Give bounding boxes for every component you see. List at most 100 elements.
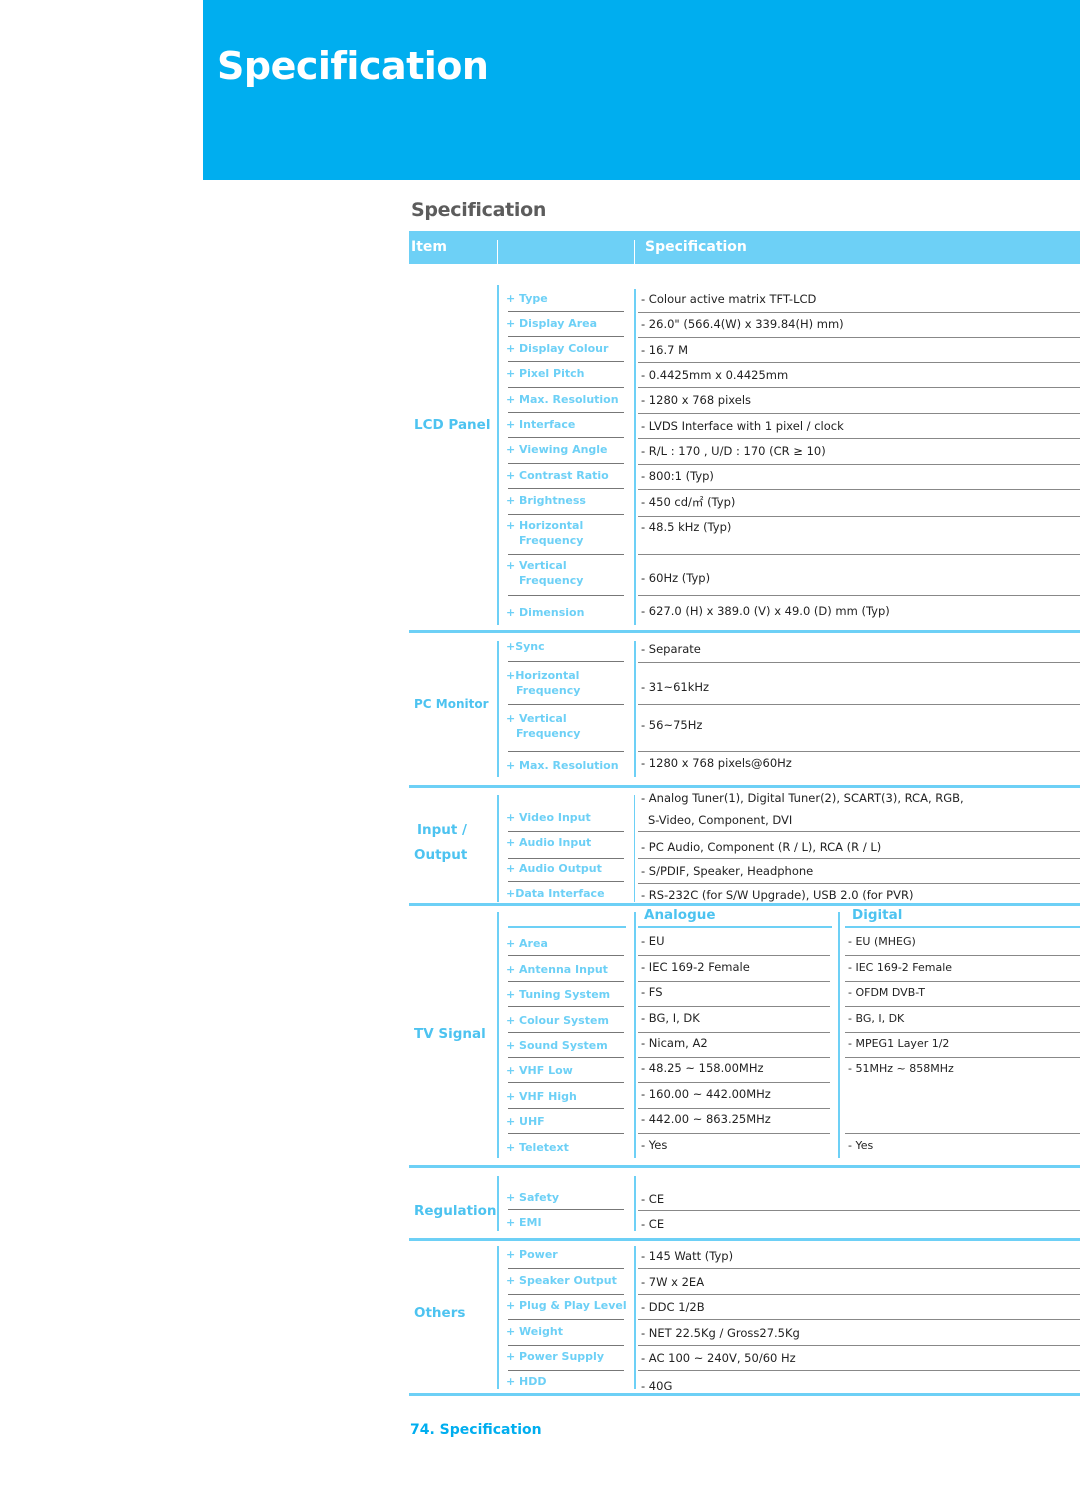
column-divider (634, 912, 636, 1158)
row-divider (845, 955, 1080, 956)
header-divider (497, 240, 498, 264)
spec-value: - 60Hz (Typ) (641, 571, 711, 585)
spec-label: + Brightness (506, 494, 586, 507)
spec-label: + Power (506, 1248, 558, 1261)
spec-value: - AC 100 ~ 240V, 50/60 Hz (641, 1351, 796, 1365)
row-divider (638, 1210, 1080, 1211)
row-divider (638, 516, 1080, 517)
label-line: Frequency (516, 684, 581, 697)
spec-value: - 31~61kHz (641, 680, 710, 694)
spec-value-analogue: - 160.00 ~ 442.00MHz (641, 1087, 771, 1101)
spec-value-analogue: - EU (641, 934, 665, 948)
row-divider (508, 1057, 624, 1058)
category-label: LCD Panel (414, 417, 491, 433)
column-divider (497, 641, 499, 777)
row-divider (845, 1006, 1080, 1007)
spec-value: - CE (641, 1192, 665, 1206)
label-line: +Horizontal (506, 669, 580, 682)
row-divider (508, 1108, 624, 1109)
section-divider (409, 1165, 1080, 1168)
spec-value: - 627.0 (H) x 389.0 (V) x 49.0 (D) mm (T… (641, 604, 890, 618)
spec-label: + Sound System (506, 1039, 608, 1052)
row-divider (638, 751, 1080, 752)
row-divider (508, 488, 624, 489)
spec-value: - RS-232C (for S/W Upgrade), USB 2.0 (fo… (641, 888, 914, 902)
spec-label: + Horizontal Frequency (506, 518, 583, 548)
row-divider (638, 387, 1080, 388)
column-header-analogue: Analogue (644, 907, 716, 923)
spec-label: + VHF High (506, 1090, 577, 1103)
section-title: Specification (411, 199, 547, 221)
spec-value: - 450 cd/㎡ (Typ) (641, 495, 736, 509)
spec-label: + VHF Low (506, 1064, 573, 1077)
spec-value-digital: - BG, I, DK (848, 1012, 905, 1025)
row-divider (508, 704, 624, 705)
spec-label: + Type (506, 292, 548, 305)
row-divider (845, 1032, 1080, 1033)
spec-value: - Colour active matrix TFT-LCD (641, 292, 817, 306)
row-divider (508, 1006, 624, 1007)
column-header-underline (638, 926, 832, 928)
spec-value: - Separate (641, 642, 701, 656)
spec-value: - R/L : 170 , U/D : 170 (CR ≥ 10) (641, 444, 826, 458)
spec-label: + Teletext (506, 1141, 569, 1154)
row-divider (508, 1319, 624, 1320)
row-divider (638, 413, 1080, 414)
row-divider (638, 1294, 1080, 1295)
row-divider (508, 1209, 624, 1210)
section-divider (409, 1238, 1080, 1241)
header-divider (634, 240, 635, 264)
column-divider (634, 795, 635, 902)
spec-label: + Interface (506, 418, 576, 431)
row-divider (638, 1108, 830, 1109)
spec-value-analogue: - FS (641, 985, 663, 999)
row-divider (508, 661, 624, 662)
spec-value-digital: - MPEG1 Layer 1/2 (848, 1037, 950, 1050)
spec-value: - 7W x 2EA (641, 1275, 705, 1289)
table-header: Item Specification (409, 231, 1080, 264)
row-divider (508, 412, 624, 413)
label-line: + Vertical (506, 712, 567, 725)
header-spec: Specification (645, 239, 747, 255)
spec-label: + Power Supply (506, 1350, 604, 1363)
row-divider (508, 1345, 624, 1346)
spec-label: +Horizontal Frequency (506, 668, 580, 698)
spec-label: + Vertical Frequency (506, 711, 580, 741)
row-divider (845, 1057, 1080, 1058)
banner-title: Specification (217, 44, 489, 88)
spec-value: - 800:1 (Typ) (641, 469, 714, 483)
section-divider (409, 785, 1080, 788)
spec-label: + Dimension (506, 606, 585, 619)
spec-value: - 0.4425mm x 0.4425mm (641, 368, 789, 382)
spec-value: - DDC 1/2B (641, 1300, 705, 1314)
column-divider (838, 912, 840, 1158)
label-line: Frequency (519, 574, 584, 587)
column-divider (497, 285, 499, 625)
section-divider (409, 630, 1080, 633)
spec-value-analogue: - IEC 169-2 Female (641, 960, 750, 974)
column-divider (634, 1246, 636, 1389)
row-divider (638, 1319, 1080, 1320)
row-divider (638, 312, 1080, 313)
row-divider (638, 831, 1080, 832)
column-divider (497, 912, 499, 1158)
spec-label: + Speaker Output (506, 1274, 617, 1287)
spec-value-analogue: - 48.25 ~ 158.00MHz (641, 1061, 764, 1075)
spec-value-analogue: - 442.00 ~ 863.25MHz (641, 1112, 771, 1126)
spec-label: + Weight (506, 1325, 563, 1338)
row-divider (638, 464, 1080, 465)
spec-label: + UHF (506, 1115, 545, 1128)
spec-label: + Tuning System (506, 988, 611, 1001)
column-header-digital: Digital (852, 907, 903, 923)
spec-label: + EMI (506, 1216, 542, 1229)
row-divider (508, 1082, 624, 1083)
spec-label: + Antenna Input (506, 963, 608, 976)
label-line: + Horizontal (506, 519, 584, 532)
column-header-underline (508, 926, 626, 928)
row-divider (638, 489, 1080, 490)
row-divider (638, 1057, 830, 1058)
category-label: Input / (417, 822, 467, 838)
row-divider (508, 858, 624, 859)
row-divider (508, 1133, 624, 1134)
column-divider (634, 641, 636, 777)
